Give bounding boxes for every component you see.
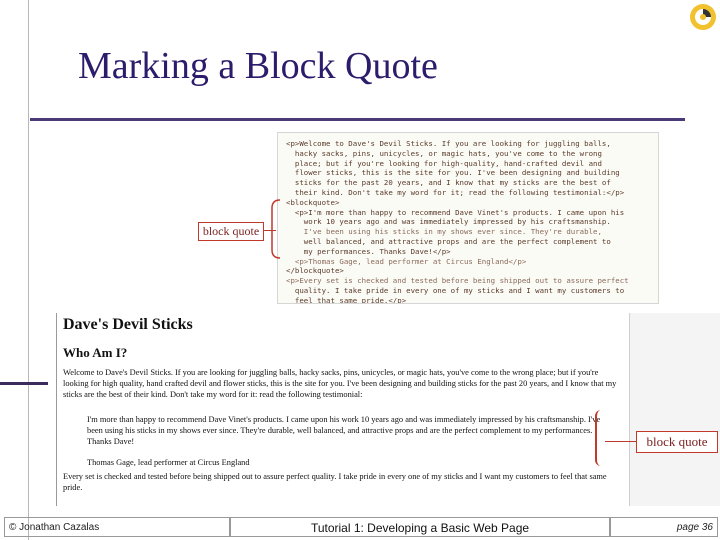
- code-line: feel that same pride.</p>: [286, 295, 407, 304]
- blockquote-paragraph: I'm more than happy to recommend Dave Vi…: [87, 415, 601, 446]
- callout-leader-line: [605, 441, 636, 442]
- code-line: quality. I take pride in every one of my…: [286, 286, 625, 295]
- footer-course: Tutorial 1: Developing a Basic Web Page: [230, 517, 610, 537]
- rendered-page-screenshot: Dave's Devil Sticks Who Am I? Welcome to…: [56, 313, 720, 506]
- code-line: work 10 years ago and was immediately im…: [286, 217, 611, 227]
- code-line: my performances. Thanks Dave!</p>: [286, 246, 451, 256]
- left-accent-bar: [0, 382, 48, 385]
- footer-page-number: page 36: [610, 517, 718, 537]
- code-line: sticks for the past 20 years, and I know…: [286, 178, 611, 188]
- slide-title: Marking a Block Quote: [78, 45, 438, 87]
- code-line: <p>I'm more than happy to recommend Dave…: [286, 207, 625, 217]
- code-line: hacky sacks, pins, unicycles, or magic h…: [286, 148, 602, 158]
- university-logo-icon: [690, 4, 716, 30]
- browser-margin: [630, 313, 720, 506]
- code-line: <p>Thomas Gage, lead performer at Circus…: [286, 256, 527, 266]
- code-line: <p>Every set is checked and tested befor…: [286, 276, 629, 286]
- blockquote-brace: [595, 410, 605, 466]
- code-line: their kind. Don't take my word for it; r…: [286, 188, 625, 197]
- block-quote-callout-page: block quote: [636, 431, 718, 453]
- title-divider: [30, 118, 685, 121]
- blockquote-attribution: Thomas Gage, lead performer at Circus En…: [87, 458, 250, 467]
- code-line: </blockquote>: [286, 266, 344, 276]
- block-quote-callout-code: block quote: [198, 222, 264, 241]
- code-line: <p>Welcome to Dave's Devil Sticks. If yo…: [286, 139, 611, 148]
- code-line: well balanced, and attractive props and …: [286, 237, 611, 246]
- footer-author: © Jonathan Cazalas: [4, 517, 230, 537]
- code-line: place; but if you're looking for high-qu…: [286, 158, 602, 168]
- page-heading: Dave's Devil Sticks: [63, 316, 193, 333]
- callout-leader-line: [262, 230, 276, 231]
- html-code-screenshot: <p>Welcome to Dave's Devil Sticks. If yo…: [277, 132, 659, 304]
- intro-paragraph: Welcome to Dave's Devil Sticks. If you a…: [63, 368, 617, 399]
- code-bracket-icon: [271, 199, 281, 259]
- code-line: flower sticks, this is the site for you.…: [286, 168, 620, 178]
- browser-content: Dave's Devil Sticks Who Am I? Welcome to…: [57, 313, 630, 506]
- code-line: I've been using his sticks in my shows e…: [286, 227, 602, 237]
- page-subheading: Who Am I?: [63, 345, 128, 360]
- code-line: <blockquote>: [286, 197, 340, 207]
- left-border: [0, 0, 29, 540]
- closing-paragraph: Every set is checked and tested before b…: [63, 472, 607, 492]
